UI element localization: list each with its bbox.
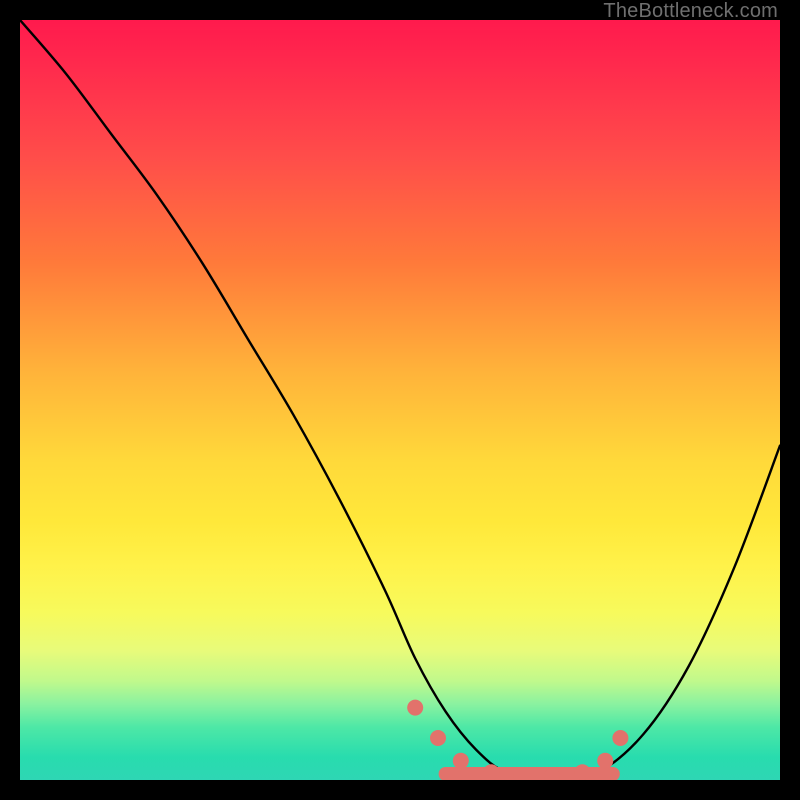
highlight-dot bbox=[483, 764, 499, 780]
curve-svg bbox=[20, 20, 780, 780]
highlight-dot bbox=[453, 753, 469, 769]
chart-stage: TheBottleneck.com bbox=[0, 0, 800, 800]
highlight-dot bbox=[430, 730, 446, 746]
bottleneck-curve bbox=[20, 20, 780, 780]
highlight-dot bbox=[574, 764, 590, 780]
highlight-dot bbox=[612, 730, 628, 746]
highlight-dot bbox=[407, 700, 423, 716]
plot-area bbox=[20, 20, 780, 780]
highlight-dot bbox=[597, 753, 613, 769]
